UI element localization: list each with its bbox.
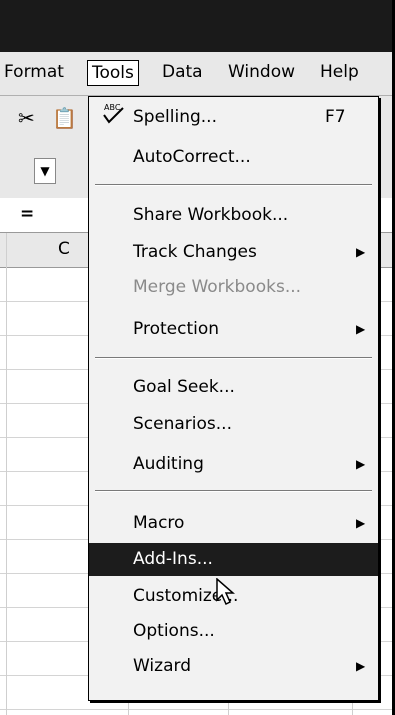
- menu-item-scenarios[interactable]: Scenarios...: [89, 408, 378, 441]
- menu-item-shortcut: F7: [325, 107, 346, 127]
- menu-format[interactable]: Format: [4, 62, 64, 82]
- menu-tools[interactable]: Tools: [87, 60, 139, 86]
- menu-item-label: Options...: [133, 621, 215, 641]
- menu-item-label: Scenarios...: [133, 414, 232, 434]
- menu-item-auditing[interactable]: Auditing ▶: [89, 448, 378, 481]
- menu-item-label: AutoCorrect...: [133, 147, 251, 167]
- spelling-check-icon: ABC: [101, 101, 127, 131]
- menu-window[interactable]: Window: [228, 62, 295, 82]
- font-size-dropdown[interactable]: ▼: [34, 158, 56, 184]
- right-arrow-icon: ▶: [356, 322, 366, 336]
- menu-item-macro[interactable]: Macro ▶: [89, 507, 378, 540]
- title-bar: [0, 0, 392, 52]
- menu-separator: [95, 490, 372, 492]
- right-arrow-icon: ▶: [356, 516, 366, 530]
- menu-item-label: Add-Ins...: [133, 549, 213, 569]
- menu-item-wizard[interactable]: Wizard ▶: [89, 650, 378, 683]
- right-arrow-icon: ▶: [356, 245, 366, 259]
- menu-item-spelling[interactable]: ABC Spelling... F7: [89, 101, 378, 134]
- menu-bar: Format Tools Data Window Help: [0, 52, 392, 96]
- scissors-icon[interactable]: ✂: [18, 106, 35, 130]
- menu-item-protection[interactable]: Protection ▶: [89, 313, 378, 346]
- menu-item-add-ins[interactable]: Add-Ins...: [89, 543, 378, 576]
- svg-text:ABC: ABC: [104, 103, 121, 112]
- menu-item-label: Track Changes: [133, 242, 257, 262]
- menu-item-label: Spelling...: [133, 107, 217, 127]
- menu-item-track-changes[interactable]: Track Changes ▶: [89, 236, 378, 269]
- menu-data[interactable]: Data: [162, 62, 203, 82]
- menu-separator: [95, 184, 372, 186]
- menu-item-label: Auditing: [133, 454, 204, 474]
- right-arrow-icon: ▶: [356, 659, 366, 673]
- menu-item-label: Share Workbook...: [133, 205, 289, 225]
- menu-item-label: Goal Seek...: [133, 377, 235, 397]
- paste-icon[interactable]: 📋: [52, 106, 77, 130]
- menu-item-label: Merge Workbooks...: [133, 277, 302, 297]
- menu-item-options[interactable]: Options...: [89, 615, 378, 648]
- formula-equals-button[interactable]: =: [20, 204, 34, 224]
- menu-item-label: Macro: [133, 513, 185, 533]
- menu-item-merge-workbooks: Merge Workbooks...: [89, 271, 378, 304]
- right-arrow-icon: ▶: [356, 457, 366, 471]
- menu-item-autocorrect[interactable]: AutoCorrect...: [89, 141, 378, 174]
- column-header-c[interactable]: C: [58, 239, 70, 259]
- grid-line: [6, 233, 7, 715]
- menu-item-goal-seek[interactable]: Goal Seek...: [89, 371, 378, 404]
- menu-item-label: Protection: [133, 319, 220, 339]
- mouse-pointer-icon: [216, 577, 236, 611]
- menu-separator: [95, 357, 372, 359]
- menu-item-label: Wizard: [133, 656, 191, 676]
- menu-item-share-workbook[interactable]: Share Workbook...: [89, 199, 378, 232]
- menu-help[interactable]: Help: [320, 62, 359, 82]
